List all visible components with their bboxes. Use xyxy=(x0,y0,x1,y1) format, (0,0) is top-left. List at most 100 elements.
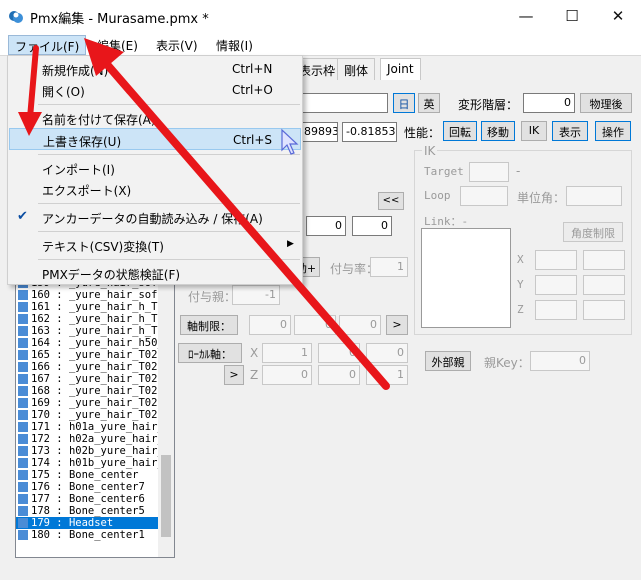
local-z-input-3[interactable]: 1 xyxy=(366,365,408,385)
maximize-button[interactable]: ☐ xyxy=(549,0,595,32)
fixed-axis-y-input[interactable]: 0 xyxy=(294,315,336,335)
bone-type-icon xyxy=(18,398,28,408)
bone-type-icon xyxy=(18,302,28,312)
bone-list-item[interactable]: 178 : Bone_center5 xyxy=(16,505,159,517)
ik-x-max-input[interactable] xyxy=(583,250,625,270)
grant-rate-input[interactable]: 1 xyxy=(370,257,408,277)
local-axis-button[interactable]: ﾛｰｶﾙ軸： xyxy=(178,343,242,363)
bone-list-item[interactable]: 167 : _yure_hair_T02e xyxy=(16,373,159,385)
fixed-axis-x-input[interactable]: 0 xyxy=(249,315,291,335)
tail-value-input-1[interactable]: 0 xyxy=(306,216,346,236)
local-x-input-2[interactable]: 0 xyxy=(318,343,360,363)
deform-level-input[interactable]: 0 xyxy=(523,93,575,113)
fixed-axis-z-input[interactable]: 0 xyxy=(339,315,381,335)
bone-list-item[interactable]: 176 : Bone_center7 xyxy=(16,481,159,493)
ik-x-min-input[interactable] xyxy=(535,250,577,270)
local-x-input-1[interactable]: 1 xyxy=(262,343,312,363)
bone-list-item[interactable]: 161 : _yure_hair_h_TC xyxy=(16,301,159,313)
tab-rigid-body[interactable]: 剛体 xyxy=(337,58,376,80)
rotate-button[interactable]: 回転 xyxy=(443,121,477,141)
menu-bar: ファイル(F) 編集(E) 表示(V) 情報(I) xyxy=(0,32,641,56)
ik-loop-label: Loop xyxy=(424,189,451,202)
bone-list-item-index: 167 xyxy=(31,373,50,385)
move-button[interactable]: 移動 xyxy=(481,121,515,141)
menu-item-anchor-autoload[interactable]: ✔ アンカーデータの自動読み込み / 保存(A) xyxy=(9,206,301,228)
close-button[interactable]: ✕ xyxy=(595,0,641,32)
bone-type-icon xyxy=(18,422,28,432)
bone-list-item-index: 172 xyxy=(31,433,50,445)
scrollbar-thumb[interactable] xyxy=(161,455,171,537)
position-y-input[interactable]: -0.81853 xyxy=(342,122,397,142)
bone-list-item[interactable]: 160 : _yure_hair_soft xyxy=(16,289,159,301)
close-icon: ✕ xyxy=(611,7,625,25)
external-parent-button[interactable]: 外部親 xyxy=(425,351,471,371)
menu-item-text-csv[interactable]: テキスト(CSV)変換(T) ▶ xyxy=(9,234,301,256)
bone-list-item[interactable]: 165 : _yure_hair_T02c xyxy=(16,349,159,361)
menu-info[interactable]: 情報(I) xyxy=(210,35,259,55)
menu-view[interactable]: 表示(V) xyxy=(150,35,204,55)
ik-z-label: Z xyxy=(517,303,524,316)
bone-list-item-label: Bone_center1 xyxy=(68,529,145,541)
bone-list-item[interactable]: 162 : _yure_hair_h_TC xyxy=(16,313,159,325)
menu-item-new[interactable]: 新規作成(N) Ctrl+N xyxy=(9,58,301,80)
bone-name-input[interactable] xyxy=(300,93,388,113)
local-z-input-1[interactable]: 0 xyxy=(262,365,312,385)
bone-type-icon xyxy=(18,494,28,504)
ik-y-min-input[interactable] xyxy=(535,275,577,295)
tab-joint[interactable]: Joint xyxy=(380,58,421,80)
menu-item-verify-label: PMXデータの状態検証(F) xyxy=(42,268,181,282)
angle-limit-button[interactable]: 角度制限 xyxy=(563,222,623,242)
en-name-button[interactable]: 英 xyxy=(418,93,440,113)
bone-list-item[interactable]: 168 : _yure_hair_T02f xyxy=(16,385,159,397)
bone-list-item[interactable]: 163 : _yure_hair_h_TC xyxy=(16,325,159,337)
menu-item-export[interactable]: エクスポート(X) xyxy=(9,178,301,200)
position-x-input[interactable]: 89893 xyxy=(300,122,338,142)
bone-list-item[interactable]: 170 : _yure_hair_T02h xyxy=(16,409,159,421)
bone-list-scrollbar[interactable] xyxy=(158,269,174,557)
jp-name-button[interactable]: 日 xyxy=(393,93,415,113)
parent-key-input[interactable]: 0 xyxy=(530,351,590,371)
bone-list-item[interactable]: 172 : h02a_yure_hair_ xyxy=(16,433,159,445)
bone-list-item[interactable]: 175 : Bone_center xyxy=(16,469,159,481)
menu-item-new-shortcut: Ctrl+N xyxy=(232,62,273,76)
ik-unit-angle-input[interactable] xyxy=(566,186,622,206)
local-x-input-3[interactable]: 0 xyxy=(366,343,408,363)
physics-after-button[interactable]: 物理後 xyxy=(580,93,632,113)
bone-list-item[interactable]: 179 : Headset xyxy=(16,517,159,529)
menu-item-overwrite-save[interactable]: 上書き保存(U) Ctrl+S xyxy=(9,128,301,150)
bone-list[interactable]: 158 : _yure_hair_h5?e159 : _yure_hair_so… xyxy=(15,268,175,558)
menu-item-open[interactable]: 開く(O) Ctrl+O xyxy=(9,79,301,101)
bone-list-item[interactable]: 174 : h01b_yure_hair_ xyxy=(16,457,159,469)
fixed-axis-go-button[interactable]: > xyxy=(386,315,408,335)
menu-file[interactable]: ファイル(F) xyxy=(8,35,87,55)
bone-list-item[interactable]: 180 : Bone_center1 xyxy=(16,529,159,541)
bone-list-item[interactable]: 177 : Bone_center6 xyxy=(16,493,159,505)
collapse-button[interactable]: << xyxy=(378,192,404,210)
menu-separator xyxy=(38,203,300,204)
tail-value-input-2[interactable]: 0 xyxy=(352,216,392,236)
bone-list-item[interactable]: 169 : _yure_hair_T02g xyxy=(16,397,159,409)
menu-edit[interactable]: 編集(E) xyxy=(91,35,144,55)
ik-loop-input[interactable] xyxy=(460,186,508,206)
bone-list-item[interactable]: 173 : h02b_yure_hair_ xyxy=(16,445,159,457)
operate-button[interactable]: 操作 xyxy=(595,121,631,141)
local-z-input-2[interactable]: 0 xyxy=(318,365,360,385)
menu-item-save-as[interactable]: 名前を付けて保存(A) xyxy=(9,107,301,129)
bone-list-item[interactable]: 164 : _yure_hair_h50_ xyxy=(16,337,159,349)
minimize-button[interactable]: — xyxy=(503,0,549,32)
ik-y-max-input[interactable] xyxy=(583,275,625,295)
fixed-axis-button[interactable]: 軸制限： xyxy=(180,315,238,335)
bone-list-item[interactable]: 171 : h01a_yure_hair_ xyxy=(16,421,159,433)
menu-item-verify[interactable]: PMXデータの状態検証(F) xyxy=(9,262,301,284)
ik-button[interactable]: IK xyxy=(521,121,547,141)
menu-item-import[interactable]: インポート(I) xyxy=(9,157,301,179)
ik-z-min-input[interactable] xyxy=(535,300,577,320)
grant-parent-input[interactable]: -1 xyxy=(232,285,280,305)
bone-list-item-label: h02b_yure_hair_ xyxy=(68,445,159,457)
local-axis-go-button[interactable]: > xyxy=(224,365,244,385)
ik-target-input[interactable] xyxy=(469,162,509,182)
ik-z-max-input[interactable] xyxy=(583,300,625,320)
bone-list-item[interactable]: 166 : _yure_hair_T02d xyxy=(16,361,159,373)
display-button[interactable]: 表示 xyxy=(552,121,588,141)
ik-link-list[interactable] xyxy=(421,228,511,328)
